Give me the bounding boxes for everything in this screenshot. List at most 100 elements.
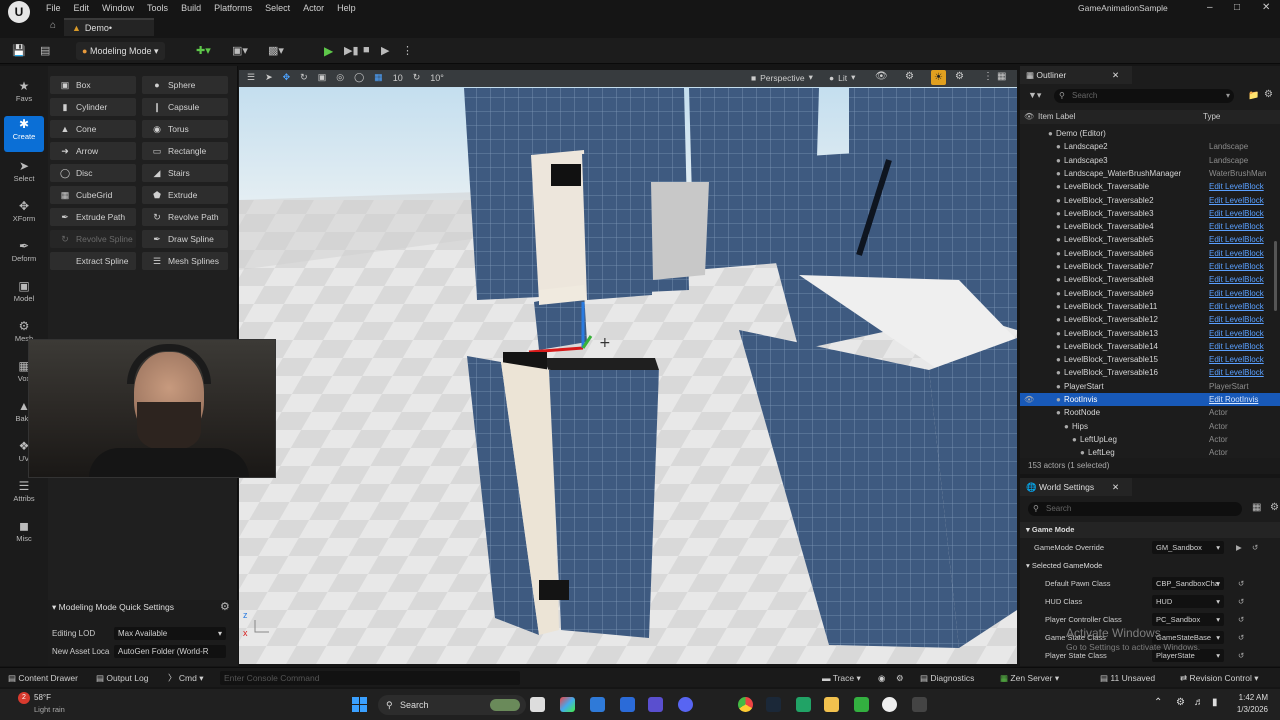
viewport-options-icon[interactable]: ⋮ [983,71,993,82]
tool-cylinder[interactable]: ▮ Cylinder [50,98,136,116]
tray-chevron-icon[interactable]: ⌃ [1154,697,1162,708]
outliner-row[interactable]: ● Demo (Editor) [1020,127,1280,140]
add-folder-icon[interactable]: 📁 [1248,90,1259,101]
outliner-row[interactable]: ● Hips Actor [1020,420,1280,433]
outliner-item-type[interactable]: Edit LevelBlock [1209,300,1264,313]
discord-icon[interactable] [678,697,693,712]
property-dropdown[interactable]: PC_Sandbox ▾ [1152,613,1224,626]
reset-icon[interactable]: ↺ [1238,612,1244,628]
game-mode-section[interactable]: ▾ Game Mode [1020,522,1280,538]
outliner-row[interactable]: ● LevelBlock_Traversable6 Edit LevelBlock [1020,247,1280,260]
app-icon-4[interactable] [854,697,869,712]
blueprint-icon[interactable]: ▣▾ [232,44,248,57]
surface-snap-icon[interactable]: ◯ [354,72,364,83]
outliner-row[interactable]: ● LevelBlock_Traversable2 Edit LevelBlock [1020,194,1280,207]
world-settings-options-icon[interactable]: ⚙ [1270,502,1279,513]
outliner-tab[interactable]: ▦ Outliner ✕ [1020,66,1132,84]
settings-gear-icon[interactable]: ⚙ [220,600,230,613]
editing-lod-dropdown[interactable]: Max Available ▾ [114,627,226,640]
viewport-settings-icon[interactable]: ⚙ [955,71,964,82]
outliner-row[interactable]: ● LevelBlock_Traversable8 Edit LevelBlock [1020,273,1280,286]
show-icon[interactable]: 👁 [875,71,888,82]
diagnostics-button[interactable]: ▤ Diagnostics [920,668,974,688]
save-icon[interactable]: 💾 [12,44,26,57]
outliner-item-type[interactable]: Edit LevelBlock [1209,260,1264,273]
console-command-input[interactable]: Enter Console Command [220,671,520,685]
category-xform[interactable]: ✥ XForm [4,198,44,234]
outliner-row[interactable]: ● LevelBlock_Traversable12 Edit LevelBlock [1020,313,1280,326]
outliner-row[interactable]: ● LeftUpLeg Actor [1020,433,1280,446]
level-viewport[interactable]: + z x [239,70,1017,664]
outliner-row[interactable]: ● LevelBlock_Traversable3 Edit LevelBlock [1020,207,1280,220]
tool-rectangle[interactable]: ▭ Rectangle [142,142,228,160]
outliner-row[interactable]: ● PlayerStart PlayerStart [1020,380,1280,393]
close-window-icon[interactable]: ✕ [1262,2,1270,13]
outliner-row[interactable]: ● LevelBlock_Traversable4 Edit LevelBlock [1020,220,1280,233]
reset-icon[interactable]: ↺ [1238,630,1244,646]
outliner-item-type[interactable]: Edit LevelBlock [1209,340,1264,353]
outliner-row[interactable]: ● LevelBlock_Traversable7 Edit LevelBlock [1020,260,1280,273]
close-tab-icon[interactable]: ✕ [1112,478,1119,496]
taskbar-search[interactable]: ⚲ Search [378,695,526,715]
unsaved-button[interactable]: ▤ 11 Unsaved [1100,668,1155,688]
tool-torus[interactable]: ◉ Torus [142,120,228,138]
reset-icon[interactable]: ↺ [1238,648,1244,664]
grid-snap-value[interactable]: 10 [393,73,403,83]
type-column[interactable]: Type [1203,110,1220,124]
world-settings-search-input[interactable]: ⚲ Search [1028,502,1242,516]
layout-icon[interactable]: ▦ [997,71,1006,82]
outliner-item-type[interactable]: Edit LevelBlock [1209,327,1264,340]
outliner-item-type[interactable]: Edit LevelBlock [1209,194,1264,207]
outliner-item-type[interactable]: Edit RootInvis [1209,393,1258,406]
outliner-item-type[interactable]: Edit LevelBlock [1209,247,1264,260]
tool-box[interactable]: ▣ Box [50,76,136,94]
outliner-item-type[interactable]: Edit LevelBlock [1209,220,1264,233]
minimize-icon[interactable]: – [1207,2,1213,13]
close-tab-icon[interactable]: ✕ [1112,66,1119,84]
view-mode-button[interactable]: ● Lit ▾ [829,72,855,83]
category-misc[interactable]: ◼ Misc [4,518,44,554]
outliner-row[interactable]: ● LevelBlock_Traversable11 Edit LevelBlock [1020,300,1280,313]
category-create[interactable]: ✱ Create [4,116,44,152]
steam-icon[interactable] [766,697,781,712]
tool-cone[interactable]: ▲ Cone [50,120,136,138]
category-attribs[interactable]: ☰ Attribs [4,478,44,514]
rotation-snap-icon[interactable]: ↻ [413,72,421,83]
play-icon[interactable]: ▶ [324,44,333,58]
stop-icon[interactable]: ■ [363,44,370,56]
outliner-row[interactable]: ● LevelBlock_Traversable Edit LevelBlock [1020,180,1280,193]
performance-icon[interactable]: ⚙ [905,71,914,82]
more-options-icon[interactable]: ⋮ [402,44,413,57]
reset-icon[interactable]: ↺ [1252,540,1258,556]
menu-build[interactable]: Build [179,0,212,16]
grid-snap-icon[interactable]: ▦ [374,72,383,83]
status-settings-icon[interactable]: ⚙ [896,668,904,688]
weather-temperature[interactable]: 58°F [34,693,51,702]
tool-arrow[interactable]: ➜ Arrow [50,142,136,160]
category-select[interactable]: ➤ Select [4,158,44,194]
copilot-icon[interactable] [560,697,575,712]
outliner-search-input[interactable]: ⚲ Search ▾ [1054,89,1234,103]
cinematics-icon[interactable]: ▩▾ [268,44,284,57]
app-icon-3[interactable] [796,697,811,712]
rotation-snap-value[interactable]: 10° [430,73,444,83]
property-dropdown[interactable]: HUD ▾ [1152,595,1224,608]
output-log-button[interactable]: ▤ Output Log [96,668,148,688]
outliner-row[interactable]: ● LevelBlock_Traversable16 Edit LevelBlock [1020,366,1280,379]
tool-revolve-spline[interactable]: ↻ Revolve Spline [50,230,136,248]
reset-icon[interactable]: ↺ [1238,576,1244,592]
realtime-icon[interactable]: ☀ [931,70,946,85]
folder-icon[interactable] [824,697,839,712]
menu-tools[interactable]: Tools [145,0,179,16]
tool-cubegrid[interactable]: ▦ CubeGrid [50,186,136,204]
outliner-item-type[interactable]: Edit LevelBlock [1209,313,1264,326]
outliner-settings-icon[interactable]: ⚙ [1264,89,1273,100]
gamemode-override-dropdown[interactable]: GM_Sandbox ▾ [1152,541,1224,554]
menu-actor[interactable]: Actor [301,0,335,16]
property-dropdown[interactable]: CBP_SandboxCha ▾ [1152,577,1224,590]
scale-icon[interactable]: ▣ [318,72,327,83]
content-drawer-button[interactable]: ▤ Content Drawer [8,668,78,688]
outliner-item-type[interactable]: Edit LevelBlock [1209,207,1264,220]
app-icon-1[interactable] [590,697,605,712]
launch-icon[interactable]: ▶ [381,44,389,57]
